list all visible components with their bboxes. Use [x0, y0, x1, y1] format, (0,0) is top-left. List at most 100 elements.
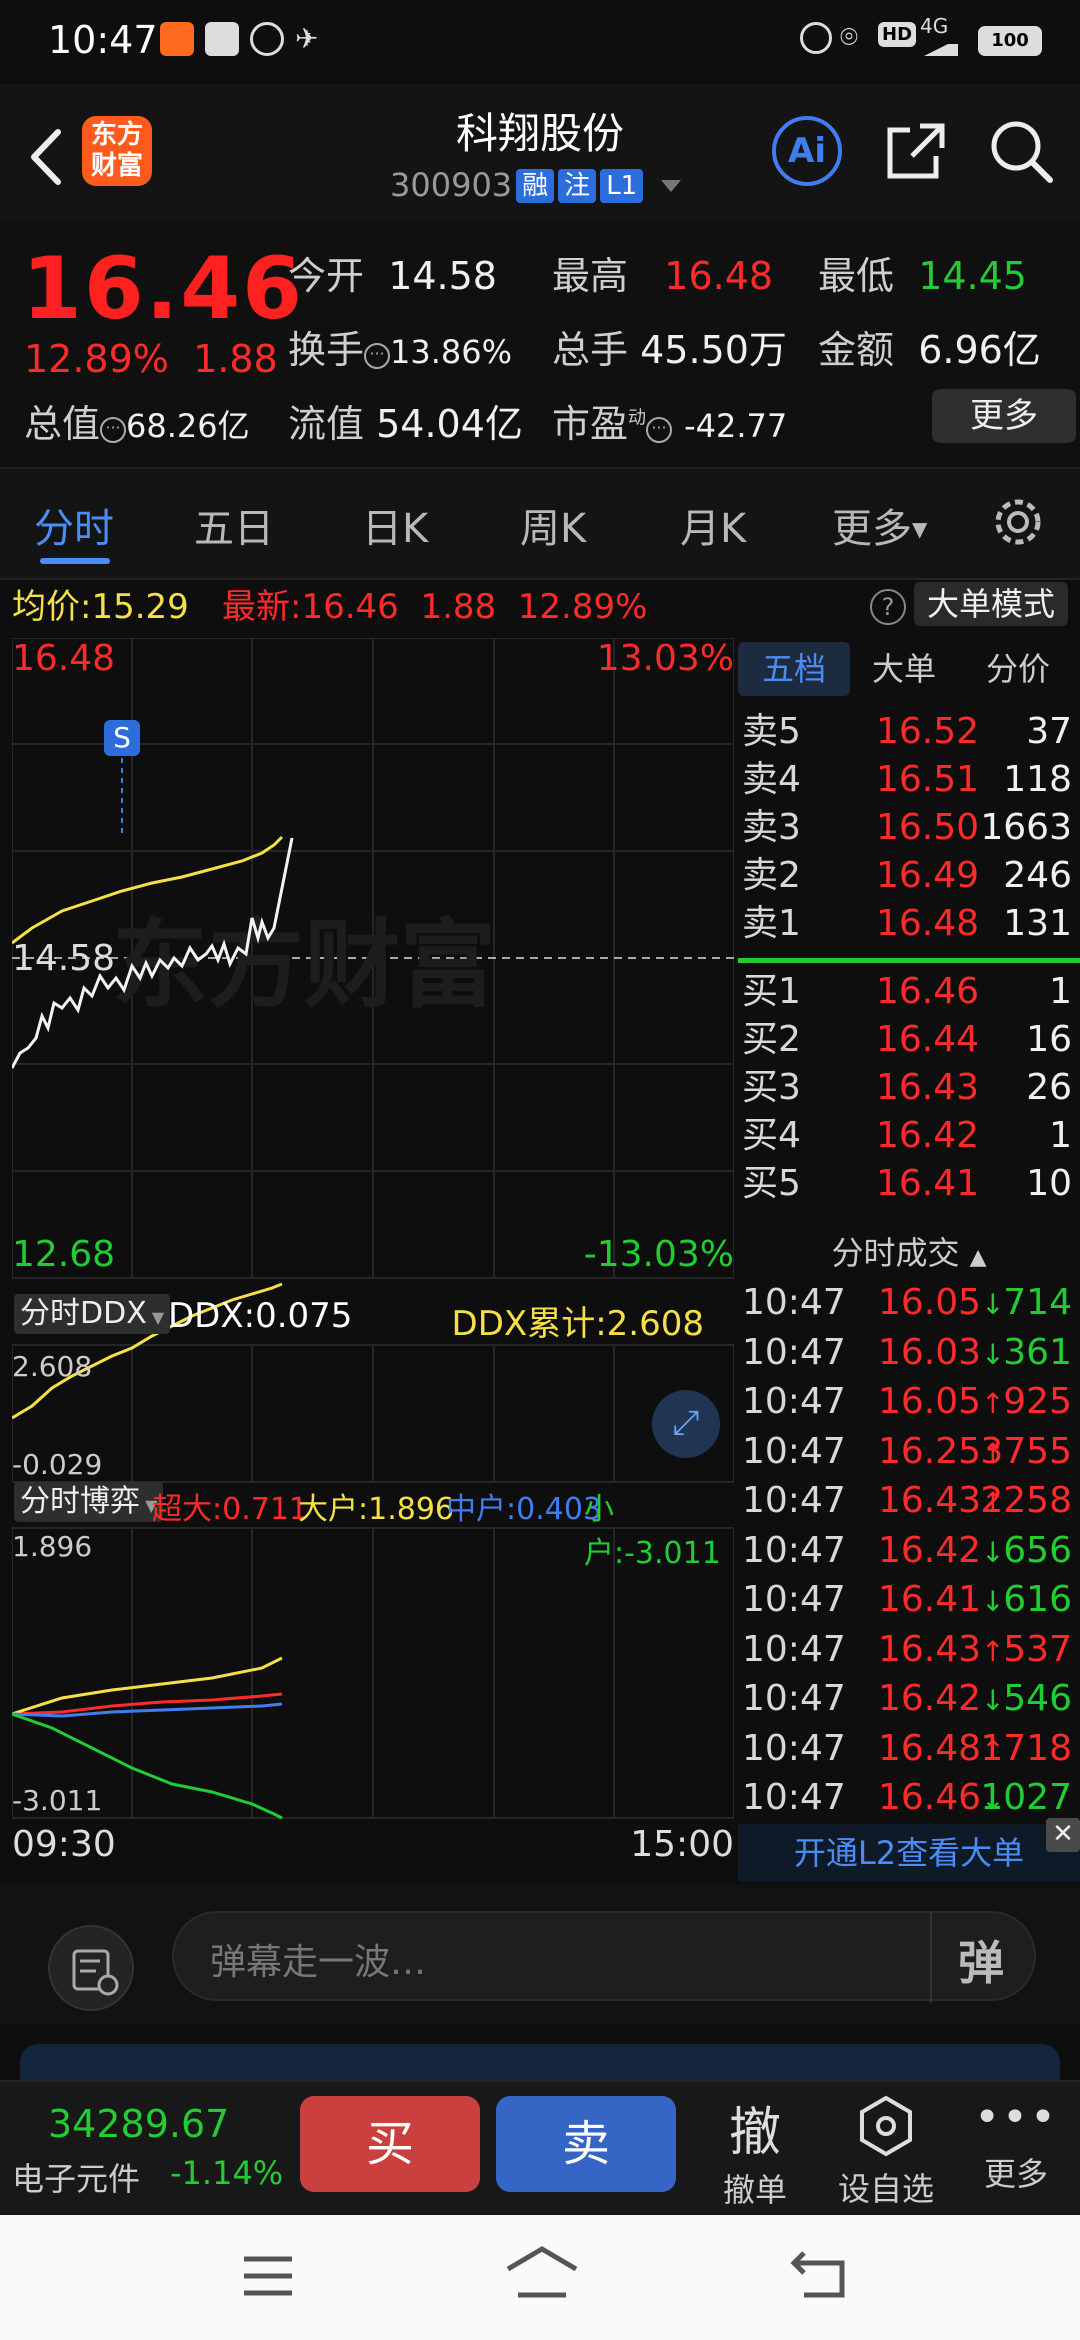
game-header: 分时博弈 ▼ 超大:0.711 大户:1.896 中户:0.403 小户:-3.…	[12, 1478, 734, 1571]
comment-input[interactable]: 弹幕走一波… 弹	[172, 1911, 1036, 2003]
tab-more-label: 更多	[832, 506, 912, 552]
tab-more[interactable]: 更多▼	[832, 496, 927, 554]
index-value[interactable]: 34289.67	[48, 2102, 229, 2146]
bid-row[interactable]: 买5 16.41 10	[738, 1160, 1080, 1208]
bid-row[interactable]: 买1 16.46 1	[738, 968, 1080, 1016]
big-order-mode-button[interactable]: 大单模式	[914, 582, 1068, 626]
trade-time: 10:47	[742, 1777, 846, 1818]
trade-price: 16.43↑	[878, 1625, 1005, 1676]
tab-big-orders[interactable]: 大单	[872, 642, 936, 696]
bid-label: 买4	[742, 1115, 801, 1156]
trade-row[interactable]: 10:47 16.48↑ 1718	[738, 1724, 1080, 1773]
low-field: 最低 14.45	[818, 245, 1027, 300]
bid-row[interactable]: 买4 16.42 1	[738, 1112, 1080, 1160]
trade-row[interactable]: 10:47 16.05↓ 714	[738, 1278, 1080, 1327]
trades-title-label: 分时成交	[831, 1234, 960, 1272]
bid-volume: 10	[1026, 1163, 1072, 1204]
search-icon[interactable]	[986, 116, 1056, 186]
open-label: 今开	[288, 254, 365, 298]
trade-row[interactable]: 10:47 16.42↓ 546	[738, 1674, 1080, 1723]
danmu-toggle-icon[interactable]: 弹	[958, 1927, 1004, 1993]
tab-monthly-k[interactable]: 月K	[680, 496, 746, 554]
news-ticker-strip[interactable]	[20, 2044, 1060, 2080]
time-start: 09:30	[12, 1824, 116, 1865]
time-end: 15:00	[630, 1824, 734, 1865]
comment-settings-icon[interactable]	[48, 1925, 134, 2011]
hd-icon: HD	[878, 22, 917, 47]
cancel-order-button[interactable]: 撤 撤单	[700, 2082, 810, 2212]
info-icon[interactable]: ···	[646, 417, 673, 443]
info-icon[interactable]: ···	[364, 343, 391, 369]
trades-title[interactable]: 分时成交 ▲	[738, 1228, 1080, 1278]
pe-value: -42.77	[684, 407, 788, 445]
game-selector[interactable]: 分时博弈 ▼	[14, 1482, 164, 1522]
trade-row[interactable]: 10:47 16.46↓ 1027	[738, 1773, 1080, 1822]
menu-icon[interactable]	[240, 2251, 296, 2301]
tab-weekly-k[interactable]: 周K	[520, 496, 586, 554]
ddx-value: DDX:0.075	[168, 1296, 353, 1336]
trade-row[interactable]: 10:47 16.43↑ 2258	[738, 1476, 1080, 1525]
trade-price: 16.03↓	[878, 1328, 1005, 1379]
watchlist-label: 设自选	[837, 2170, 934, 2208]
trade-row[interactable]: 10:47 16.05↑ 925	[738, 1377, 1080, 1426]
ask-row[interactable]: 卖3 16.50 1663	[738, 804, 1080, 852]
bird-icon: ✈	[295, 22, 319, 55]
telegram-icon	[205, 22, 239, 56]
add-watchlist-button[interactable]: 设自选	[826, 2082, 946, 2212]
trade-price-value: 16.43	[878, 1628, 982, 1670]
more-actions-button[interactable]: ••• 更多	[966, 2082, 1066, 2212]
super-label: 超大:0.711	[152, 1492, 308, 1527]
tab-intraday[interactable]: 分时	[34, 496, 114, 554]
signal-marker[interactable]: S	[104, 720, 140, 756]
close-icon[interactable]: ✕	[1046, 1818, 1080, 1852]
triangle-up-icon: ▲	[969, 1245, 987, 1270]
trade-row[interactable]: 10:47 16.43↑ 537	[738, 1625, 1080, 1674]
share-icon[interactable]	[880, 116, 950, 186]
l2-banner[interactable]: 开通L2查看大单	[738, 1824, 1080, 1882]
ask-row[interactable]: 卖5 16.52 37	[738, 708, 1080, 756]
more-quote-button[interactable]: 更多	[932, 389, 1076, 443]
ask-row[interactable]: 卖1 16.48 131	[738, 900, 1080, 948]
settings-gear-icon[interactable]	[990, 494, 1046, 550]
back-nav-icon[interactable]	[790, 2247, 850, 2303]
buy-button[interactable]: 买	[300, 2096, 480, 2192]
tab-five-levels[interactable]: 五档	[738, 642, 850, 696]
trade-volume: 1718	[980, 1727, 1072, 1769]
chart-top-pct: 13.03%	[596, 638, 734, 679]
signal-icon	[924, 40, 958, 56]
ask-label: 卖4	[742, 759, 801, 800]
bid-row[interactable]: 买2 16.44 16	[738, 1016, 1080, 1064]
ask-row[interactable]: 卖4 16.51 118	[738, 756, 1080, 804]
index-name[interactable]: 电子元件	[12, 2154, 140, 2200]
trade-row[interactable]: 10:47 16.03↓ 361	[738, 1328, 1080, 1377]
tab-five-day[interactable]: 五日	[194, 496, 274, 554]
bid-row[interactable]: 买3 16.43 26	[738, 1064, 1080, 1112]
trade-row[interactable]: 10:47 16.25↑ 3755	[738, 1427, 1080, 1476]
help-icon[interactable]: ?	[870, 589, 906, 625]
comment-placeholder: 弹幕走一波…	[210, 1942, 427, 1983]
trade-time: 10:47	[742, 1430, 846, 1472]
game-top-label: 1.896	[12, 1530, 93, 1563]
ddx-header: 分时DDX ▼ DDX:0.075 DDX累计:2.608	[12, 1290, 734, 1344]
info-icon[interactable]: ···	[100, 417, 127, 443]
home-icon[interactable]	[504, 2245, 580, 2301]
trade-time: 10:47	[742, 1282, 846, 1323]
trade-time: 10:47	[742, 1727, 846, 1769]
sell-button[interactable]: 卖	[496, 2096, 676, 2192]
ai-assistant-button[interactable]: Ai	[772, 116, 842, 186]
trade-row[interactable]: 10:47 16.42↓ 656	[738, 1526, 1080, 1575]
tab-daily-k[interactable]: 日K	[362, 496, 428, 554]
amount-label: 金额	[818, 328, 895, 372]
open-value: 14.58	[388, 254, 497, 298]
intraday-chart[interactable]: 东方财富 16.48 13.03% 14.58 12.68 -13.03% S …	[10, 637, 735, 1878]
dropdown-caret-icon[interactable]	[661, 180, 682, 192]
last-price: 16.46	[22, 239, 305, 339]
trade-row[interactable]: 10:47 16.41↓ 616	[738, 1575, 1080, 1624]
ddx-selector[interactable]: 分时DDX ▼	[14, 1294, 171, 1334]
expand-icon[interactable]: ⤢	[652, 1390, 720, 1458]
amount-value: 6.96亿	[918, 328, 1041, 372]
tab-price-dist[interactable]: 分价	[986, 642, 1050, 696]
ask-row[interactable]: 卖2 16.49 246	[738, 852, 1080, 900]
volume-field: 总手 45.50万	[552, 319, 787, 374]
trade-price-value: 16.03	[878, 1331, 982, 1373]
